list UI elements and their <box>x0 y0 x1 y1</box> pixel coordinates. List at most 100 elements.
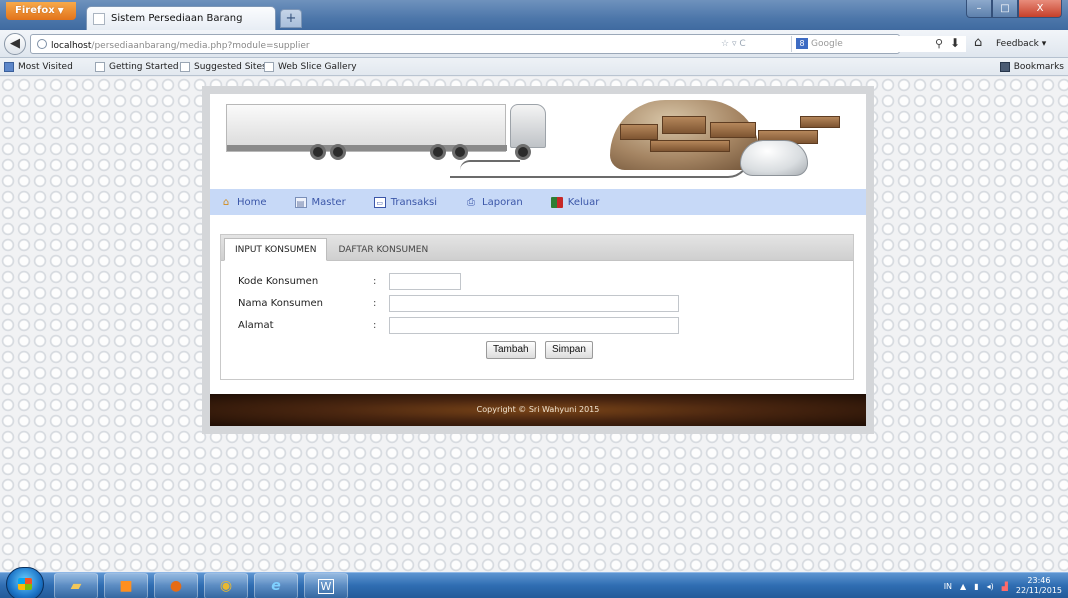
download-icon[interactable]: ⬇ <box>950 36 960 50</box>
tambah-button[interactable]: Tambah <box>486 341 536 359</box>
bookmark-suggested-sites[interactable]: Suggested Sites <box>180 62 267 72</box>
chevron-down-icon: ▼ <box>57 6 64 15</box>
bookmarks-toolbar: Most Visited Getting Started Suggested S… <box>0 58 1068 76</box>
bookmarks-icon <box>999 62 1010 72</box>
internet-explorer-icon: e <box>271 578 281 594</box>
menu-item-label: Transaksi <box>390 196 438 208</box>
header-banner <box>210 94 866 189</box>
folder-icon: ▰ <box>70 578 82 594</box>
start-button[interactable] <box>6 567 44 598</box>
parcel-box-image <box>800 116 840 128</box>
feedback-button[interactable]: Feedback ▾ <box>996 39 1046 49</box>
menu-item-label: Keluar <box>567 196 600 208</box>
field-colon: : <box>373 320 377 331</box>
bookmark-label: Suggested Sites <box>194 62 267 72</box>
copyright-text: Copyright © Sri Wahyuni 2015 <box>476 405 600 414</box>
bookmark-most-visited[interactable]: Most Visited <box>4 62 73 72</box>
tab-input-konsumen[interactable]: INPUT KONSUMEN <box>224 238 328 261</box>
kode-konsumen-label: Kode Konsumen <box>238 276 319 287</box>
maximize-button[interactable]: □ <box>992 0 1018 18</box>
menu-item-keluar[interactable]: Keluar <box>550 196 600 208</box>
google-icon: 8 <box>796 38 808 49</box>
clock[interactable]: 23:46 22/11/2015 <box>1016 576 1062 596</box>
menu-item-label: Laporan <box>482 196 523 208</box>
bookmark-page-icon <box>264 62 274 72</box>
nama-konsumen-label: Nama Konsumen <box>238 298 323 309</box>
back-arrow-icon: ◀ <box>10 36 20 51</box>
truck-wheel-image <box>310 144 326 160</box>
bookmark-page-icon <box>180 62 190 72</box>
parcel-box-image <box>662 116 706 134</box>
search-placeholder: Google <box>811 39 843 49</box>
menu-item-home[interactable]: ⌂ Home <box>220 197 267 208</box>
bookmark-label: Web Slice Gallery <box>278 62 357 72</box>
simpan-button[interactable]: Simpan <box>545 341 593 359</box>
firefox-icon: ● <box>169 578 183 594</box>
taskbar-chrome-button[interactable]: ◉ <box>204 573 248 598</box>
konsumen-form: Kode Konsumen : Nama Konsumen : Alamat :… <box>221 261 853 359</box>
alamat-input[interactable] <box>389 317 679 334</box>
nama-konsumen-input[interactable] <box>389 295 679 312</box>
firefox-menu-label: Firefox <box>15 5 55 16</box>
home-icon: ⌂ <box>222 196 230 208</box>
main-menu: ⌂ Home ▤ Master ▭ Transaksi ⎙ Laporan Ke… <box>210 189 866 215</box>
home-icon[interactable]: ⌂ <box>974 35 982 50</box>
menu-item-transaksi[interactable]: ▭ Transaksi <box>373 196 438 208</box>
globe-icon <box>37 39 47 49</box>
word-icon: W <box>317 578 335 594</box>
taskbar-word-button[interactable]: W <box>304 573 348 598</box>
bookmarks-label: Bookmarks <box>1013 62 1064 72</box>
url-host: localhost <box>51 41 92 51</box>
url-bar-icons[interactable]: ☆ ▿ C <box>721 39 746 49</box>
dropdown-icon[interactable]: ▿ <box>732 39 737 49</box>
firefox-menu-button[interactable]: Firefox ▼ <box>6 2 76 20</box>
bookmark-getting-started[interactable]: Getting Started <box>95 62 179 72</box>
printer-icon: ⎙ <box>467 196 476 208</box>
field-colon: : <box>373 298 377 309</box>
bookmark-page-icon <box>95 62 105 72</box>
bookmark-web-slice-gallery[interactable]: Web Slice Gallery <box>264 62 357 72</box>
browser-tab-title: Sistem Persediaan Barang <box>111 13 243 24</box>
volume-icon[interactable]: ◂) <box>987 582 994 591</box>
battery-icon[interactable]: ▮ <box>974 582 978 591</box>
star-icon[interactable]: ☆ <box>721 39 729 49</box>
bookmark-folder-icon <box>4 62 14 72</box>
network-icon[interactable]: ▟ <box>1002 582 1008 591</box>
transaksi-icon: ▭ <box>373 196 386 208</box>
mouse-cable-image <box>460 160 520 170</box>
browser-tab[interactable]: Sistem Persediaan Barang <box>86 6 276 30</box>
truck-cab-image <box>510 104 546 148</box>
minimize-button[interactable]: – <box>966 0 992 18</box>
navigation-toolbar: ◀ localhost/persediaanbarang/media.php?m… <box>0 30 1068 58</box>
taskbar-firefox-button[interactable]: ● <box>154 573 198 598</box>
page-frame: ⌂ Home ▤ Master ▭ Transaksi ⎙ Laporan Ke… <box>202 86 874 434</box>
new-tab-button[interactable]: + <box>280 9 302 28</box>
close-button[interactable]: X <box>1018 0 1062 18</box>
tab-daftar-konsumen[interactable]: DAFTAR KONSUMEN <box>327 238 439 261</box>
browser-titlebar: Firefox ▼ Sistem Persediaan Barang + – □ … <box>0 0 1068 30</box>
page-viewport: ⌂ Home ▤ Master ▭ Transaksi ⎙ Laporan Ke… <box>0 77 1068 572</box>
taskbar-ie-button[interactable]: e <box>254 573 298 598</box>
language-indicator[interactable]: IN <box>944 582 952 591</box>
url-bar[interactable]: localhost/persediaanbarang/media.php?mod… <box>30 34 966 54</box>
bookmark-label: Most Visited <box>18 62 73 72</box>
windows-taskbar: ▰ ■ ● ◉ e W IN ▲ ▮ ◂) ▟ 23:46 22/11/2015 <box>0 567 1068 598</box>
kode-konsumen-input[interactable] <box>389 273 461 290</box>
panel-tabs: INPUT KONSUMEN DAFTAR KONSUMEN <box>221 235 853 261</box>
taskbar-media-player-button[interactable]: ■ <box>104 573 148 598</box>
search-icon[interactable]: ⚲ <box>935 37 943 50</box>
url-path: /persediaanbarang/media.php?module=suppl… <box>91 41 310 51</box>
menu-item-laporan[interactable]: ⎙ Laporan <box>465 197 523 208</box>
page-footer: Copyright © Sri Wahyuni 2015 <box>210 394 866 426</box>
tray-expand-icon[interactable]: ▲ <box>960 582 966 591</box>
parcel-box-image <box>710 122 756 138</box>
taskbar-explorer-button[interactable]: ▰ <box>54 573 98 598</box>
menu-item-master[interactable]: ▤ Master <box>294 196 346 208</box>
reload-icon[interactable]: C <box>739 39 745 49</box>
konsumen-panel: INPUT KONSUMEN DAFTAR KONSUMEN Kode Kons… <box>220 234 854 380</box>
back-button[interactable]: ◀ <box>4 33 26 55</box>
field-colon: : <box>373 276 377 287</box>
bookmarks-menu[interactable]: Bookmarks <box>999 62 1064 72</box>
system-tray: IN ▲ ▮ ◂) ▟ 23:46 22/11/2015 <box>944 573 1068 598</box>
menu-item-label: Home <box>237 196 267 208</box>
